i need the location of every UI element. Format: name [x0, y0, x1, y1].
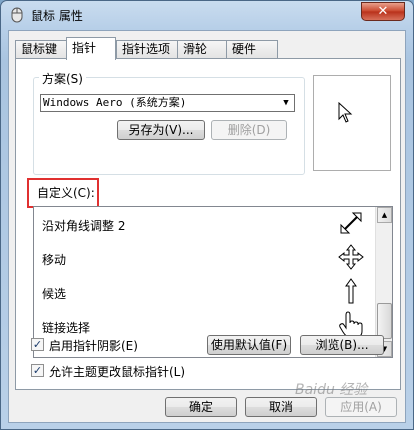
- list-item-label: 沿对角线调整 2: [42, 219, 126, 233]
- close-button[interactable]: ✕: [361, 2, 405, 21]
- scheme-select[interactable]: Windows Aero (系统方案) ▼: [40, 94, 295, 112]
- mouse-app-icon: [11, 7, 23, 23]
- ok-button[interactable]: 确定: [165, 397, 237, 417]
- delete-button[interactable]: 删除(D): [211, 120, 287, 140]
- arrow-cursor-icon: [338, 102, 353, 123]
- up-arrow-icon: [345, 278, 357, 304]
- watermark: Baidu 经验: [295, 382, 368, 398]
- list-item-label: 移动: [42, 253, 67, 267]
- cancel-button[interactable]: 取消: [245, 397, 317, 417]
- theme-label: 允许主题更改鼠标指针(L): [49, 365, 186, 379]
- scheme-select-value: Windows Aero (系统方案): [43, 96, 187, 109]
- browse-button[interactable]: 浏览(B)...: [300, 335, 384, 355]
- tab-pointer-options[interactable]: 指针选项: [116, 40, 178, 59]
- save-as-button[interactable]: 另存为(V)...: [117, 120, 205, 140]
- cursor-preview: [313, 75, 391, 171]
- tab-pointers[interactable]: 指针: [66, 37, 116, 60]
- list-item[interactable]: 候选: [42, 275, 372, 309]
- tab-hardware[interactable]: 硬件: [226, 40, 278, 59]
- shadow-label: 启用指针阴影(E): [49, 339, 138, 353]
- list-item[interactable]: 沿对角线调整 2: [42, 207, 372, 241]
- move-icon: [338, 244, 364, 270]
- scroll-up-icon[interactable]: ▲: [377, 207, 392, 223]
- tab-mouse-buttons[interactable]: 鼠标键: [15, 40, 67, 59]
- apply-button[interactable]: 应用(A): [325, 397, 397, 417]
- list-item[interactable]: 移动: [42, 241, 372, 275]
- scroll-thumb[interactable]: [377, 303, 392, 339]
- shadow-checkbox[interactable]: ✓: [31, 338, 44, 351]
- dialog-client: 鼠标键 指针 指针选项 滑轮 硬件 方案(S) Windows Aero (系统…: [8, 30, 406, 423]
- chevron-down-icon[interactable]: ▼: [278, 95, 294, 111]
- list-item-label: 链接选择: [42, 321, 91, 335]
- theme-checkbox[interactable]: ✓: [31, 364, 44, 377]
- highlight-annotation: [27, 178, 99, 208]
- tab-wheel[interactable]: 滑轮: [177, 40, 227, 59]
- use-default-button[interactable]: 使用默认值(F): [207, 335, 291, 355]
- resize-diagonal-icon: [340, 212, 362, 234]
- mouse-properties-window: 鼠标 属性 ✕ 鼠标键 指针 指针选项 滑轮 硬件 方案(S) Windows …: [0, 0, 414, 430]
- scheme-label: 方案(S): [39, 70, 86, 87]
- title-bar: 鼠标 属性 ✕: [1, 1, 413, 29]
- window-title: 鼠标 属性: [31, 9, 83, 23]
- list-item-label: 候选: [42, 287, 67, 301]
